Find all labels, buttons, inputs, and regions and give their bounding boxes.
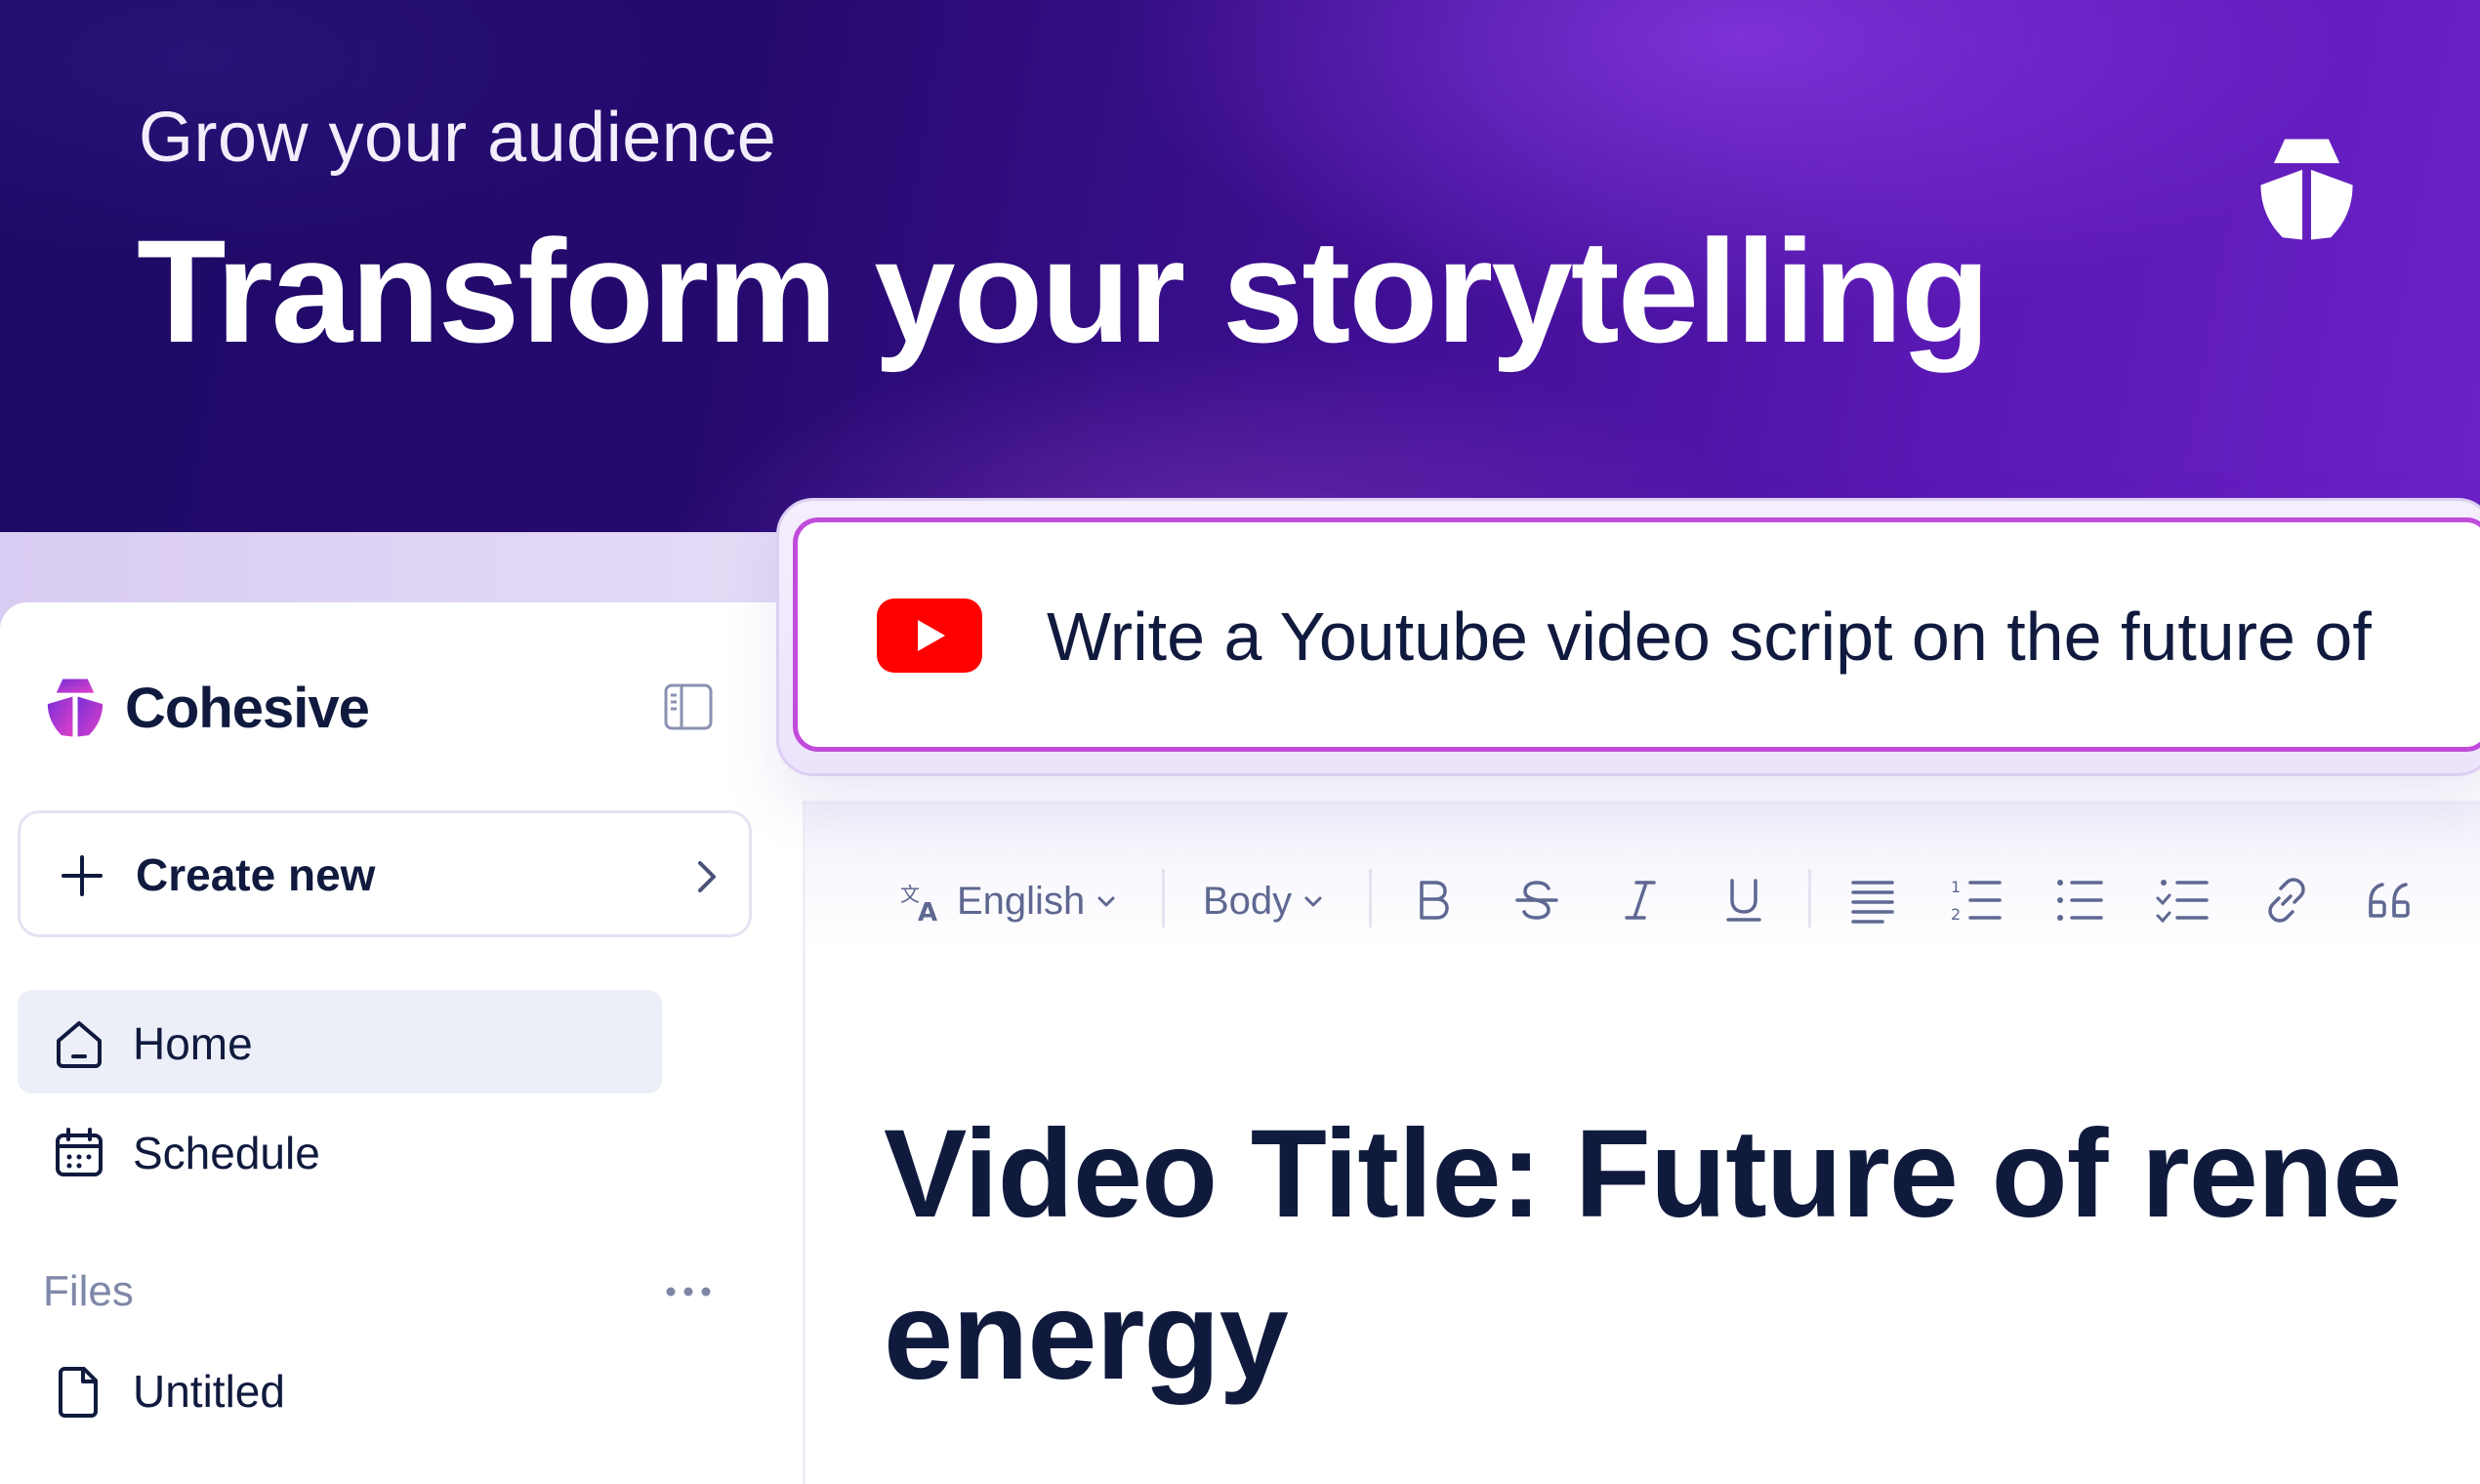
bullet-list-icon[interactable] [2050,871,2109,929]
chevron-down-icon [1304,896,1322,907]
language-select[interactable]: 文 A English [898,869,1120,933]
more-options-icon[interactable] [659,1274,718,1309]
quote-icon[interactable] [2361,871,2419,929]
sidebar-item-home[interactable]: Home [18,990,662,1093]
strikethrough-icon[interactable] [1508,871,1566,929]
checklist-icon[interactable] [2154,871,2212,929]
toolbar-divider [1808,869,1811,928]
hero-title: Transform your storytelling [137,209,1990,373]
italic-icon[interactable] [1611,871,1670,929]
link-icon[interactable] [2257,871,2316,929]
language-value: English [957,879,1086,923]
create-new-button[interactable]: Create new [18,810,752,937]
bold-icon[interactable] [1404,871,1463,929]
cohesive-logo-icon [47,679,103,737]
calendar-icon [56,1128,103,1176]
file-icon [59,1367,98,1418]
chevron-down-icon [1097,896,1115,907]
document-title[interactable]: Video Title: Future of rene energy [884,1093,2480,1418]
cohesive-logo-icon [2260,139,2353,240]
text-style-value: Body [1203,879,1293,923]
prompt-clip: Write a Youtube video script on the futu… [793,517,2480,752]
file-item-untitled[interactable]: Untitled [18,1338,662,1441]
brand: Cohesive [43,674,370,742]
file-item-label: Untitled [133,1366,285,1417]
toolbar-divider [1162,869,1165,928]
hero-banner: Grow your audience Transform your storyt… [0,0,2480,532]
prompt-input[interactable]: Write a Youtube video script on the futu… [1047,598,2372,676]
home-icon [57,1021,102,1068]
translate-icon: 文 A [900,883,937,925]
hero-subtitle: Grow your audience [139,99,777,177]
svg-text:文: 文 [900,883,920,906]
brand-name: Cohesive [125,676,370,740]
files-section-label: Files [43,1267,134,1315]
numbered-list-icon[interactable]: 1 2 [1947,871,2005,929]
sidebar-item-label: Schedule [133,1128,320,1178]
align-justify-icon[interactable] [1843,871,1902,929]
sidebar-item-label: Home [133,1018,253,1069]
chevron-right-icon [698,861,716,892]
sidebar-item-schedule[interactable]: Schedule [18,1099,662,1203]
svg-text:2: 2 [1951,905,1961,924]
document-title-line: energy [884,1266,1289,1406]
create-new-label: Create new [136,849,376,900]
toolbar-divider [1369,869,1372,928]
svg-text:1: 1 [1951,878,1961,896]
svg-text:A: A [918,898,937,925]
underline-icon[interactable] [1715,871,1773,929]
sidebar-toggle-icon[interactable] [662,680,715,733]
document-title-line: Video Title: Future of rene [884,1104,2402,1244]
text-style-select[interactable]: Body [1203,869,1327,933]
plus-icon [62,855,103,896]
